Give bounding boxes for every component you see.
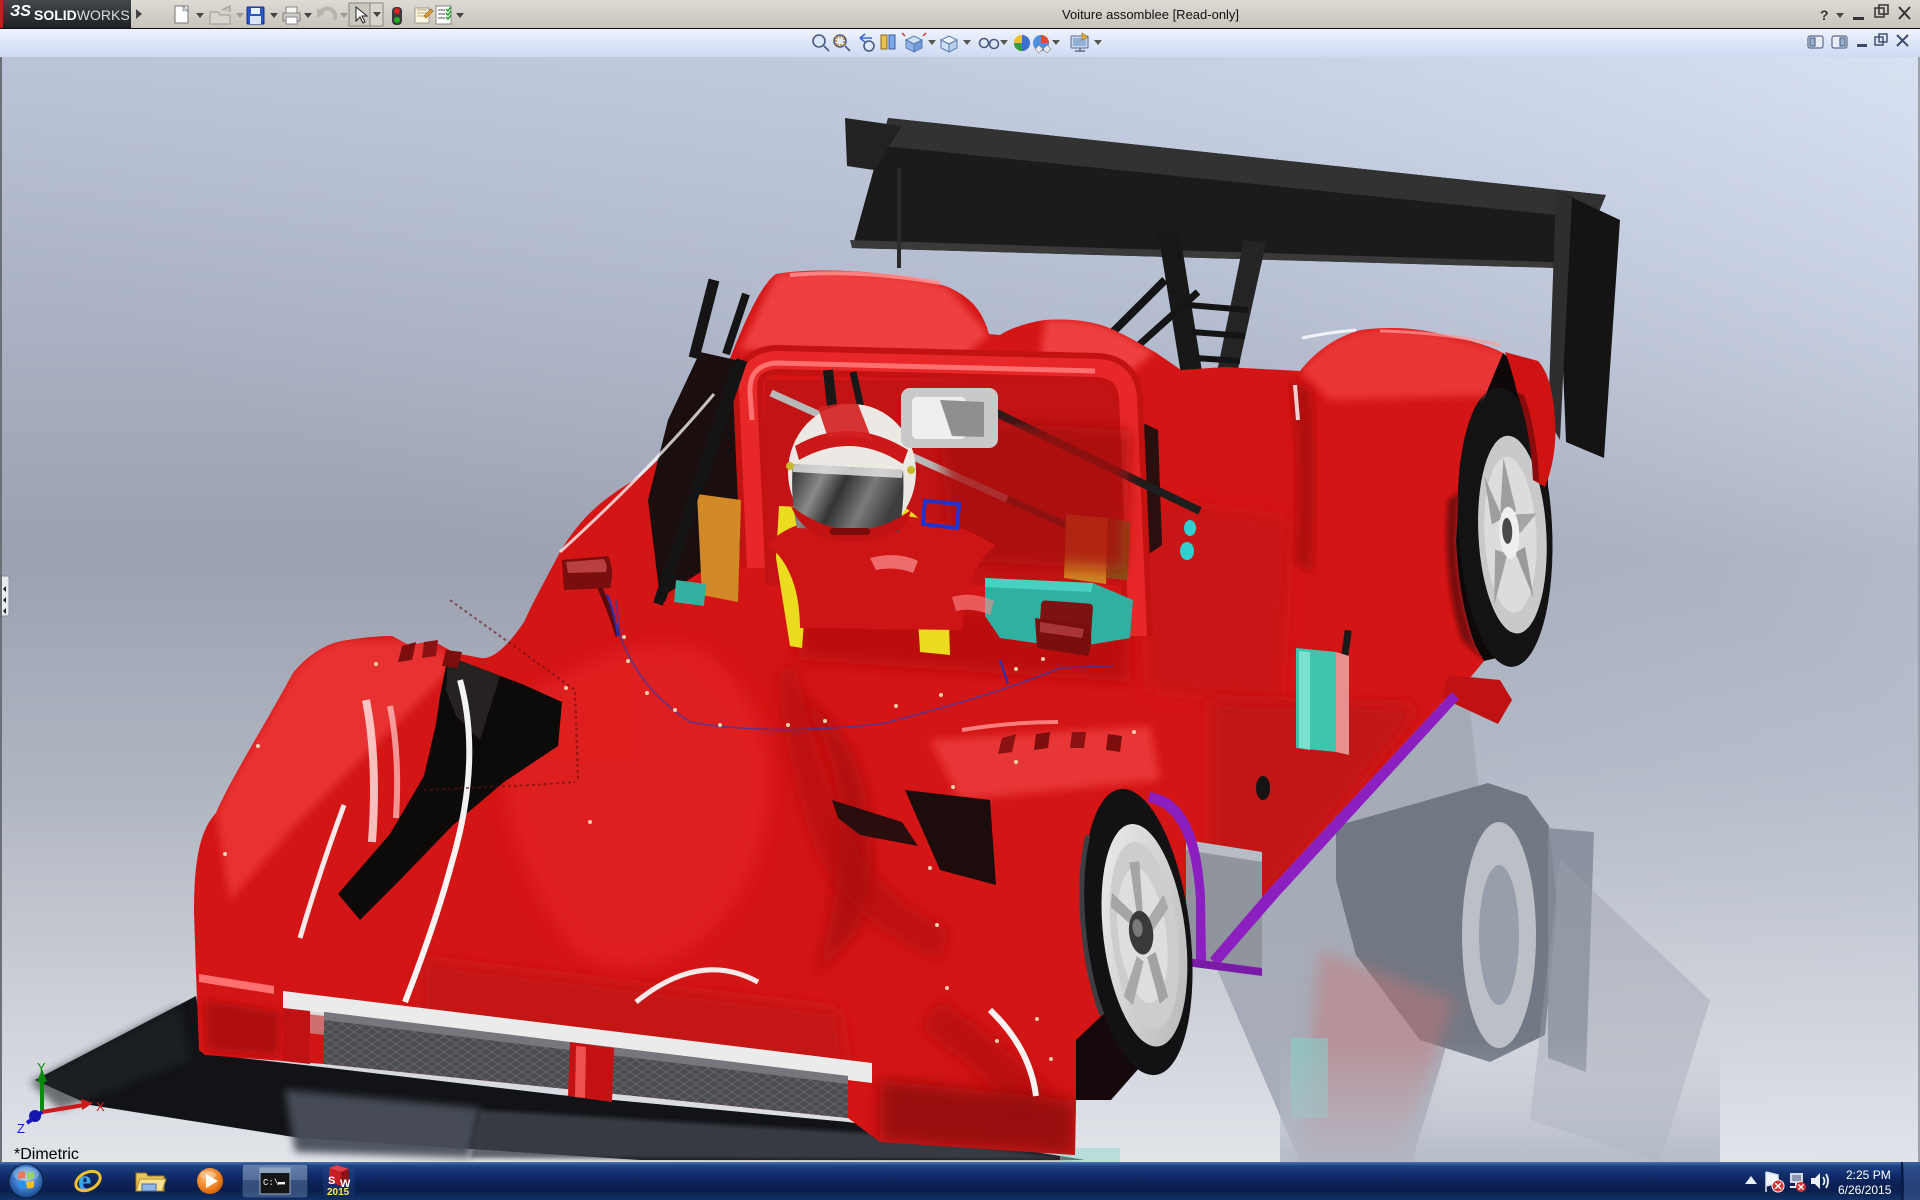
svg-text:*Dimetric: *Dimetric xyxy=(14,1146,79,1162)
svg-text:?: ? xyxy=(1820,7,1829,23)
svg-text:6/26/2015: 6/26/2015 xyxy=(1838,1183,1892,1197)
svg-text:2015: 2015 xyxy=(327,1187,350,1198)
svg-text:C:\: C:\ xyxy=(263,1178,279,1188)
svg-text:Y: Y xyxy=(37,1060,46,1075)
svg-text:X: X xyxy=(96,1099,105,1114)
svg-text:2:25 PM: 2:25 PM xyxy=(1846,1168,1891,1182)
svg-text:S: S xyxy=(328,1175,335,1187)
svg-text:Z: Z xyxy=(17,1121,25,1136)
